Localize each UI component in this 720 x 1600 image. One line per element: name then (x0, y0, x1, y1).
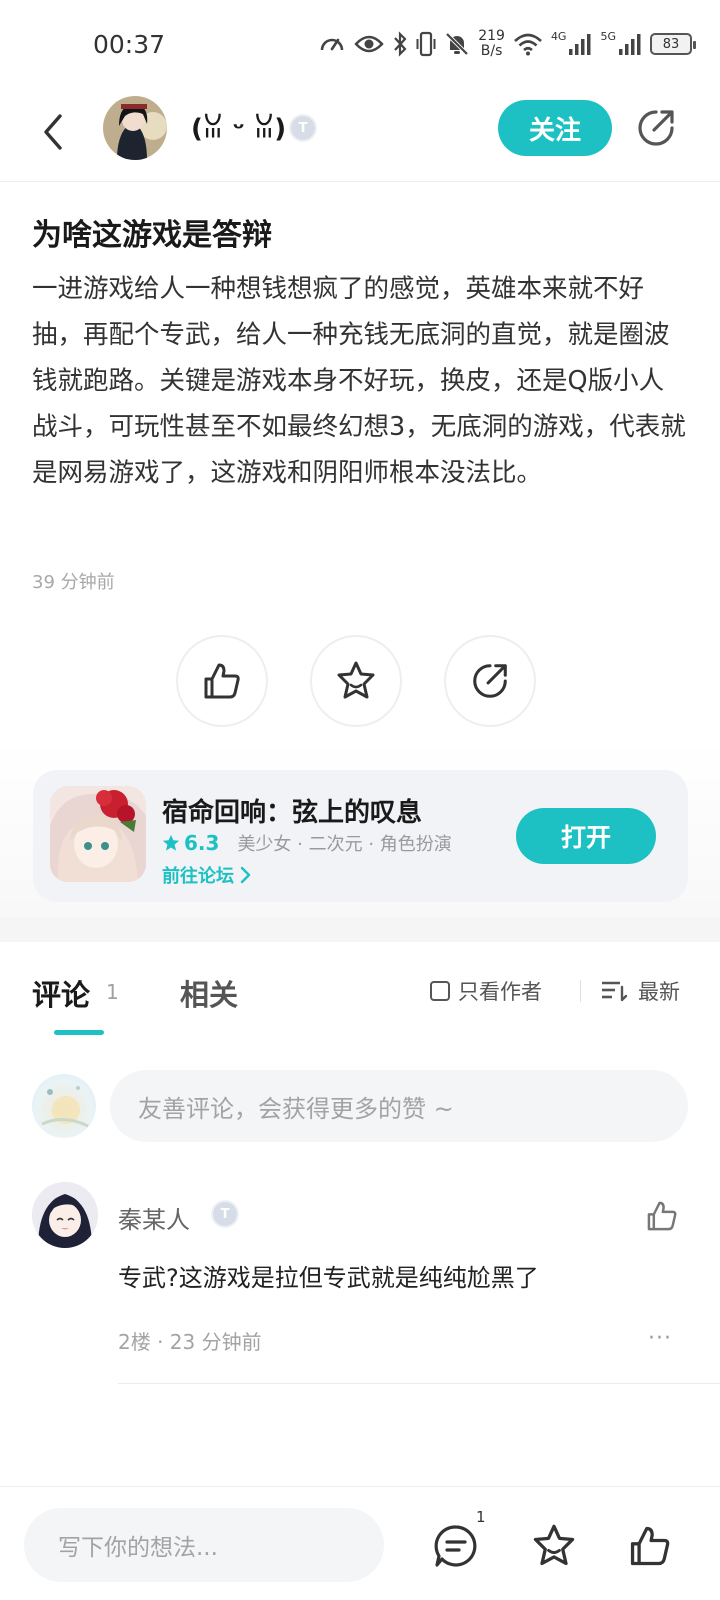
author-name[interactable]: (ꈍ ᵕ ꈍ) (191, 110, 286, 144)
only-author-checkbox[interactable] (430, 981, 450, 1001)
post-title: 为啥这游戏是答辩 (32, 218, 272, 253)
sort-label: 最新 (638, 980, 680, 1004)
only-author-label: 只看作者 (458, 980, 542, 1004)
bluetooth-icon (394, 31, 407, 57)
speed-icon (320, 38, 344, 51)
author-avatar[interactable] (103, 96, 167, 160)
star-face-icon (337, 661, 375, 699)
game-rating: 6.3 (184, 831, 220, 855)
star-icon (162, 834, 180, 851)
sort-icon (602, 981, 628, 1002)
signal-icon (619, 34, 641, 55)
tab-comments[interactable]: 评论 (32, 972, 90, 1014)
game-icon[interactable] (50, 786, 146, 882)
commenter-avatar[interactable] (32, 1182, 98, 1248)
only-author-toggle[interactable]: 只看作者 (430, 976, 542, 1006)
favorite-button[interactable] (310, 635, 402, 727)
battery-icon: 83 (650, 33, 696, 55)
more-options-icon[interactable]: ··· (648, 1326, 672, 1351)
comment-icon[interactable] (432, 1522, 480, 1570)
sort-button[interactable]: 最新 (600, 976, 680, 1006)
go-to-forum-link[interactable]: 前往论坛 (162, 862, 252, 888)
my-avatar[interactable] (32, 1074, 96, 1138)
like-button[interactable] (176, 635, 268, 727)
tab-separator (580, 980, 581, 1002)
share-icon[interactable] (634, 106, 678, 150)
section-divider (0, 918, 720, 942)
post-body: 一进游戏给人一种想钱想疯了的感觉，英雄本来就不好抽，再配个专武，给人一种充钱无底… (32, 274, 686, 488)
signal-icon (569, 34, 591, 55)
status-bar: 00:37 219 B/s 4G 5G 83 (0, 0, 720, 90)
tab-indicator (54, 1030, 104, 1035)
commenter-name[interactable]: 秦某人 (118, 1200, 190, 1235)
signal-2-label: 5G (600, 30, 616, 43)
thumbs-up-icon[interactable] (626, 1522, 674, 1570)
wifi-icon (514, 33, 542, 56)
status-time: 00:37 (93, 30, 166, 59)
comment-badge: 1 (476, 1508, 486, 1526)
follow-button[interactable]: 关注 (498, 100, 612, 156)
go-to-forum-label: 前往论坛 (162, 866, 234, 887)
game-tags: 美少女 · 二次元 · 角色扮演 (237, 834, 452, 855)
reply-input[interactable]: 写下你的想法... (24, 1508, 384, 1582)
vibrate-icon (416, 31, 436, 57)
comment-like-icon[interactable] (644, 1198, 680, 1234)
star-face-icon[interactable] (530, 1522, 578, 1570)
net-speed-unit: B/s (480, 43, 503, 59)
game-meta: 6.3 美少女 · 二次元 · 角色扮演 (162, 830, 452, 856)
open-game-button[interactable]: 打开 (516, 808, 656, 864)
comment-meta: 2楼 · 23 分钟前 (118, 1330, 262, 1354)
status-icons: 219 B/s 4G 5G 83 (318, 26, 696, 62)
tab-related[interactable]: 相关 (180, 972, 238, 1014)
mute-bell-icon (445, 32, 469, 56)
comment-count: 1 (106, 980, 119, 1004)
net-speed: 219 B/s (478, 29, 505, 59)
comment-divider (118, 1383, 720, 1384)
commenter-level-badge: T (211, 1200, 239, 1228)
net-speed-value: 219 (478, 28, 505, 44)
share-button[interactable] (444, 635, 536, 727)
chevron-right-icon (240, 866, 251, 884)
level-badge: T (289, 114, 317, 142)
comment-text: 专武?这游戏是拉但专武就是纯纯尬黑了 (118, 1264, 539, 1292)
thumbs-up-icon (204, 663, 240, 699)
post-time: 39 分钟前 (32, 572, 115, 593)
share-icon (473, 664, 507, 698)
eye-icon (354, 35, 384, 53)
signal-1-label: 4G (550, 30, 567, 43)
comment-input[interactable]: 友善评论，会获得更多的赞 ~ (110, 1070, 688, 1142)
game-title[interactable]: 宿命回响：弦上的叹息 (162, 792, 422, 829)
back-button[interactable] (36, 106, 72, 158)
